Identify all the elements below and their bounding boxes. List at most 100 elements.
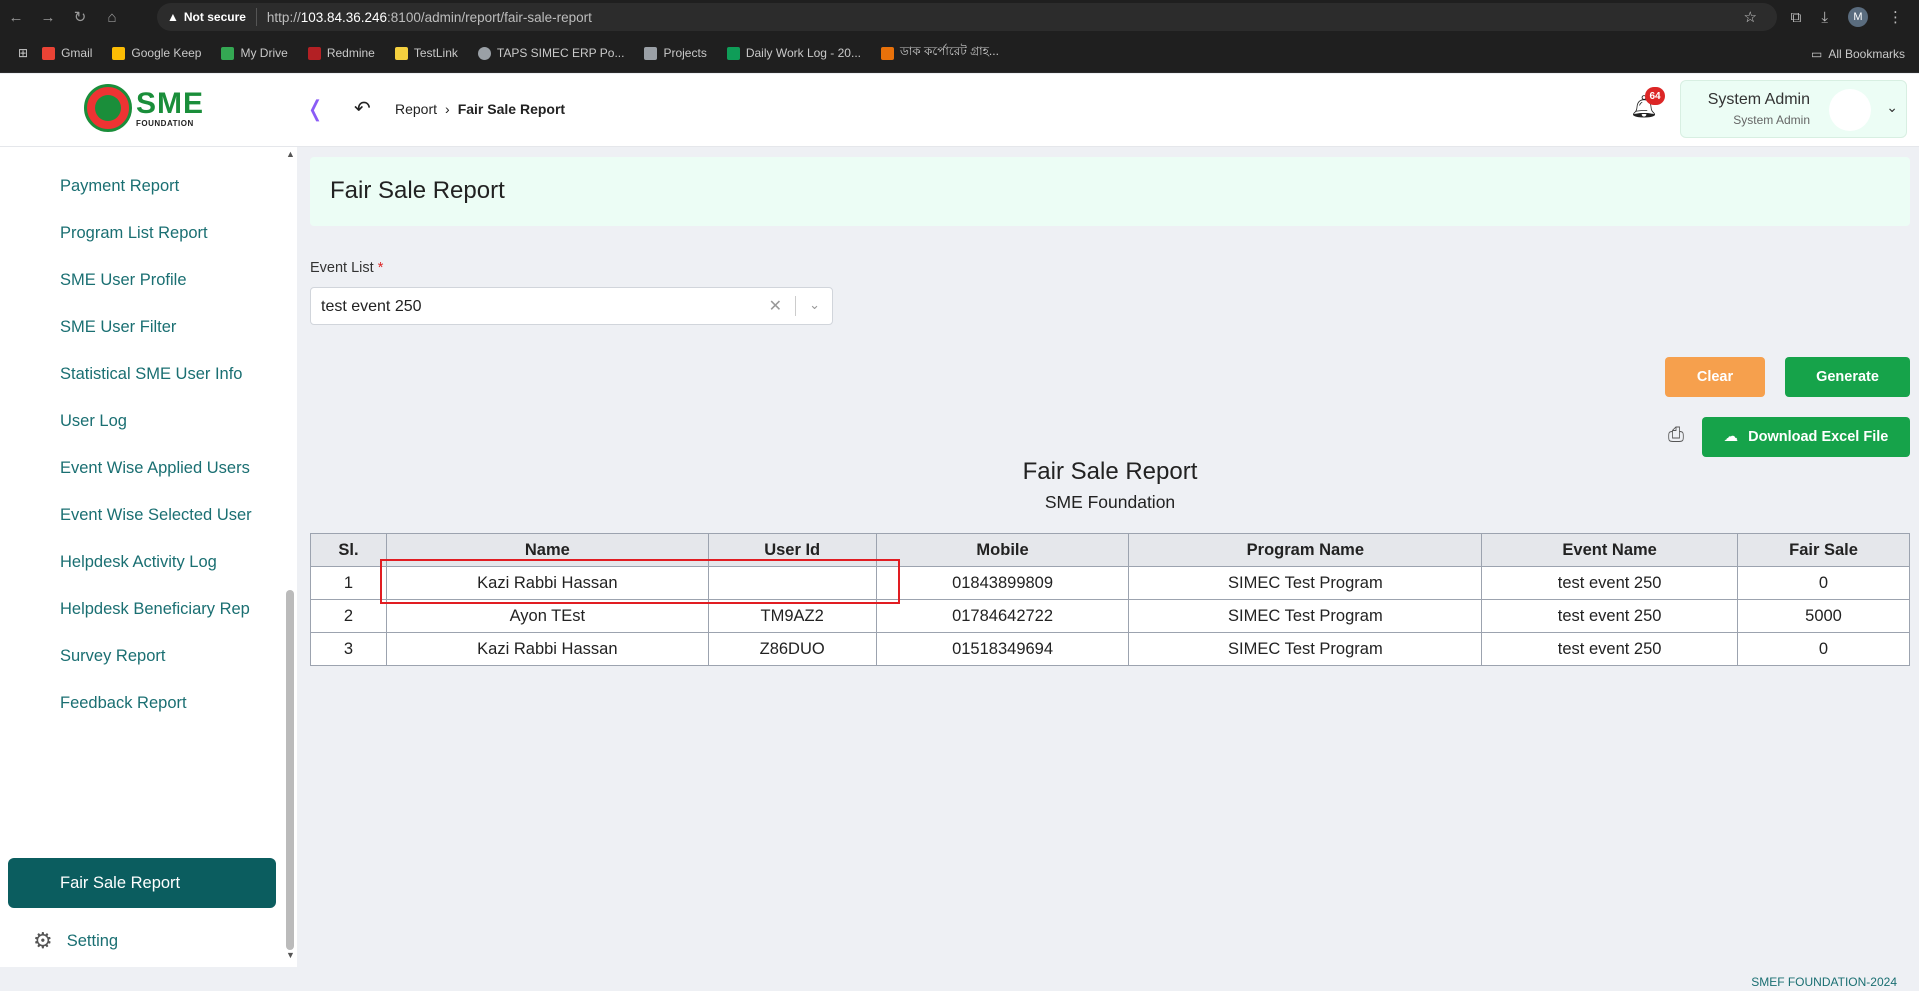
chevron-down-icon[interactable]: ⌄	[809, 297, 820, 313]
clear-button[interactable]: Clear	[1665, 357, 1765, 397]
table-cell: 01784642722	[875, 599, 1130, 633]
table-cell: Kazi Rabbi Hassan	[385, 632, 709, 666]
table-row: 2 Ayon TEst TM9AZ2 01784642722 SIMEC Tes…	[310, 599, 1910, 633]
scroll-down-arrow-icon[interactable]: ▼	[286, 950, 295, 960]
table-cell: test event 250	[1481, 632, 1739, 666]
address-bar[interactable]: ▲ Not secure http://103.84.36.246:8100/a…	[157, 3, 1777, 31]
user-menu[interactable]: System Admin System Admin ⌄	[1680, 80, 1907, 138]
table-cell: 0	[1737, 566, 1910, 600]
report-subtitle: SME Foundation	[1044, 492, 1176, 512]
globe-icon	[477, 46, 491, 60]
breadcrumb: Report › Fair Sale Report	[395, 101, 565, 117]
download-icon[interactable]: ⤓	[1821, 9, 1828, 26]
scrollbar-thumb[interactable]	[286, 590, 294, 950]
browser-toolbar: ← → ↻ ⌂ ▲ Not secure http://103.84.36.24…	[0, 0, 1919, 34]
breadcrumb-current: Fair Sale Report	[457, 101, 566, 117]
bookmark-item[interactable]: My Drive	[221, 46, 288, 60]
gear-icon: ⚙	[33, 928, 53, 953]
sidebar-item-statistical-info[interactable]: Statistical SME User Info	[8, 349, 276, 399]
url-text: http://103.84.36.246:8100/admin/report/f…	[266, 9, 592, 25]
cloud-download-icon: ☁	[1723, 429, 1739, 445]
apps-grid-icon[interactable]: ⊞	[18, 46, 28, 60]
sidebar-item-sme-user-filter[interactable]: SME User Filter	[8, 302, 276, 352]
page-title-card: Fair Sale Report	[310, 157, 1910, 226]
select-divider	[795, 296, 796, 316]
table-cell: 1	[310, 566, 387, 600]
all-bookmarks[interactable]: ▭ All Bookmarks	[1811, 34, 1905, 73]
back-arrow-icon[interactable]: ←	[0, 0, 32, 34]
sidebar-item-feedback-report[interactable]: Feedback Report	[8, 678, 276, 728]
forward-arrow-icon[interactable]: →	[32, 0, 64, 34]
table-cell: SIMEC Test Program	[1128, 632, 1483, 666]
clear-selection-icon[interactable]: ✕	[769, 296, 782, 316]
chevron-down-icon: ⌄	[1886, 99, 1898, 115]
bookmark-item[interactable]: Gmail	[42, 46, 92, 60]
folder-icon: ▭	[1810, 46, 1823, 61]
table-cell: 5000	[1737, 599, 1910, 633]
table-cell: SIMEC Test Program	[1128, 599, 1483, 633]
menu-kebab-icon[interactable]: ⋮	[1888, 8, 1903, 26]
app-header: SME FOUNDATION ❬ ↶ Report › Fair Sale Re…	[0, 74, 1919, 147]
event-list-label: Event List *	[310, 260, 384, 276]
table-cell: test event 250	[1481, 566, 1739, 600]
report-title: Fair Sale Report	[1022, 458, 1198, 485]
sheets-icon	[726, 46, 740, 60]
sidebar-item-setting[interactable]: ⚙ Setting	[8, 916, 276, 966]
bookmark-star-icon[interactable]: ☆	[1744, 8, 1757, 26]
bookmark-item[interactable]: TAPS SIMEC ERP Po...	[477, 46, 624, 60]
column-header: Program Name	[1128, 533, 1483, 567]
redmine-icon	[307, 46, 321, 60]
extensions-icon[interactable]: ⧉	[1791, 9, 1802, 26]
sidebar-item-program-list-report[interactable]: Program List Report	[8, 208, 276, 258]
folder-icon	[644, 46, 658, 60]
undo-back-icon[interactable]: ↶	[354, 96, 371, 121]
sidebar-item-fair-sale-report[interactable]: Fair Sale Report	[8, 858, 276, 908]
scroll-up-arrow-icon[interactable]: ▲	[286, 149, 295, 159]
column-header: Fair Sale	[1737, 533, 1910, 567]
column-header: Event Name	[1481, 533, 1739, 567]
profile-avatar[interactable]: M	[1848, 7, 1868, 27]
site-icon	[880, 46, 894, 60]
printer-icon[interactable]: ⎙	[1668, 424, 1684, 447]
home-icon[interactable]: ⌂	[96, 0, 128, 34]
table-cell: 2	[310, 599, 387, 633]
bookmark-item[interactable]: Redmine	[307, 46, 375, 60]
sidebar-item-helpdesk-beneficiary[interactable]: Helpdesk Beneficiary Rep	[8, 584, 276, 634]
page-title: Fair Sale Report	[330, 177, 505, 204]
table-row: 3 Kazi Rabbi Hassan Z86DUO 01518349694 S…	[310, 632, 1910, 666]
event-list-select[interactable]: test event 250 ✕ ⌄	[310, 287, 833, 325]
bookmark-item[interactable]: Projects	[644, 46, 707, 60]
footer-text: SMEF FOUNDATION-2024	[1751, 975, 1897, 989]
testlink-icon	[394, 46, 408, 60]
breadcrumb-parent[interactable]: Report	[395, 101, 437, 117]
download-excel-button[interactable]: ☁ Download Excel File	[1702, 417, 1910, 457]
collapse-sidebar-icon[interactable]: ❬	[306, 96, 324, 122]
table-cell: 3	[310, 632, 387, 666]
government-seal-icon	[84, 84, 132, 132]
sidebar-item-user-log[interactable]: User Log	[8, 396, 276, 446]
bookmark-item[interactable]: ডাক কর্পোরেট গ্রাহ...	[880, 43, 999, 63]
sidebar-item-sme-user-profile[interactable]: SME User Profile	[8, 255, 276, 305]
highlight-annotation-box	[380, 559, 900, 604]
bookmark-item[interactable]: TestLink	[394, 46, 458, 60]
browser-actions: ⧉ ⤓ M ⋮	[1791, 0, 1919, 34]
logo[interactable]: SME FOUNDATION	[84, 84, 204, 132]
reload-icon[interactable]: ↻	[64, 0, 96, 34]
keep-icon	[112, 46, 126, 60]
column-header: Mobile	[875, 533, 1130, 567]
bookmark-item[interactable]: Google Keep	[112, 46, 201, 60]
sidebar: Payment Report Program List Report SME U…	[0, 147, 283, 967]
drive-icon	[221, 46, 235, 60]
sidebar-item-helpdesk-activity[interactable]: Helpdesk Activity Log	[8, 537, 276, 587]
bookmark-item[interactable]: Daily Work Log - 20...	[726, 46, 861, 60]
sidebar-item-survey-report[interactable]: Survey Report	[8, 631, 276, 681]
table-cell: TM9AZ2	[707, 599, 877, 633]
security-indicator[interactable]: ▲ Not secure	[167, 8, 257, 26]
column-header: Sl.	[310, 533, 387, 567]
table-cell: Z86DUO	[707, 632, 877, 666]
sidebar-item-payment-report[interactable]: Payment Report	[8, 161, 276, 211]
chevron-right-icon: ›	[445, 101, 450, 117]
generate-button[interactable]: Generate	[1785, 357, 1910, 397]
table-cell: Ayon TEst	[385, 599, 709, 633]
gmail-icon	[42, 46, 56, 60]
